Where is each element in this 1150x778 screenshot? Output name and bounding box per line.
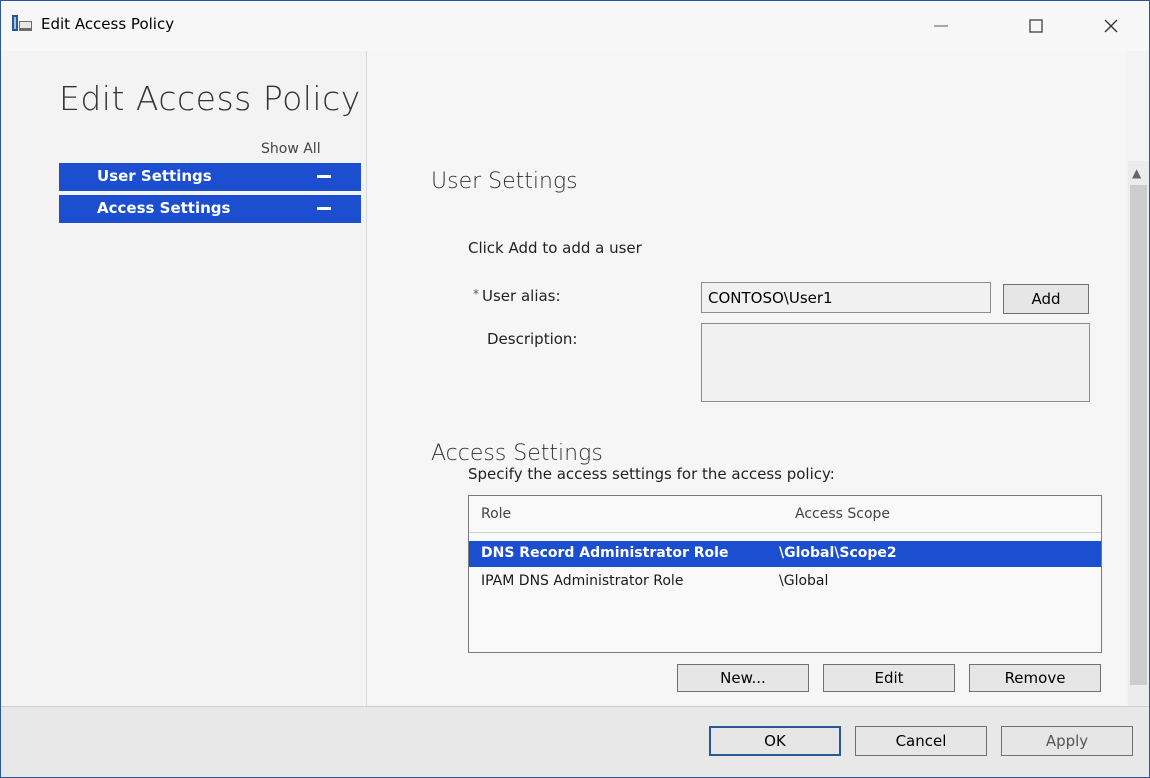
access-settings-instruction: Specify the access settings for the acce… [468, 465, 835, 483]
title-bar[interactable]: Edit Access Policy [1, 1, 1149, 51]
collapse-icon[interactable] [317, 175, 331, 178]
nav-item-user-settings[interactable]: User Settings [59, 163, 361, 191]
window-title: Edit Access Policy [41, 15, 175, 33]
scope-cell: \Global\Scope2 [779, 545, 897, 561]
edit-button-label: Edit [874, 669, 904, 687]
column-header-role[interactable]: Role [481, 506, 511, 522]
maximize-button[interactable] [1006, 9, 1066, 43]
apply-button-label: Apply [1045, 732, 1089, 750]
table-row[interactable]: IPAM DNS Administrator Role \Global [469, 569, 1101, 595]
column-header-access-scope[interactable]: Access Scope [795, 506, 890, 522]
table-row[interactable]: DNS Record Administrator Role \Global\Sc… [469, 541, 1101, 567]
ok-button-label: OK [764, 732, 786, 750]
nav-item-access-settings[interactable]: Access Settings [59, 195, 361, 223]
show-all-link[interactable]: Show All [261, 141, 321, 157]
new-button-label: New... [720, 669, 766, 687]
add-user-instruction: Click Add to add a user [468, 239, 642, 257]
maximize-icon [1029, 19, 1043, 33]
close-button[interactable] [1081, 9, 1141, 43]
remove-button[interactable]: Remove [969, 664, 1101, 692]
page-title: Edit Access Policy [59, 79, 361, 118]
user-settings-heading: User Settings [431, 169, 578, 194]
add-user-button[interactable]: Add [1003, 284, 1089, 314]
required-mark: * [473, 287, 479, 301]
user-alias-field[interactable] [701, 282, 991, 313]
ok-button[interactable]: OK [709, 726, 841, 756]
table-header: Role Access Scope [469, 496, 1101, 533]
nav-item-label: Access Settings [97, 199, 231, 217]
edit-access-policy-window: Edit Access Policy Edit Access Policy Sh… [0, 0, 1150, 778]
scope-cell: \Global [779, 573, 829, 589]
access-settings-table: Role Access Scope DNS Record Administrat… [468, 495, 1102, 653]
minimize-button[interactable] [911, 9, 971, 43]
role-cell: IPAM DNS Administrator Role [481, 573, 684, 589]
cancel-button[interactable]: Cancel [855, 726, 987, 756]
close-icon [1104, 19, 1118, 33]
new-button[interactable]: New... [677, 664, 809, 692]
minimize-icon [934, 25, 948, 27]
access-settings-heading: Access Settings [431, 441, 603, 466]
vertical-scrollbar[interactable]: ▲ [1128, 161, 1149, 706]
collapse-icon[interactable] [317, 207, 331, 210]
description-field[interactable] [701, 323, 1090, 402]
chevron-up-icon[interactable]: ▲ [1132, 166, 1141, 180]
edit-button[interactable]: Edit [823, 664, 955, 692]
user-alias-label: User alias: [482, 287, 561, 305]
policy-app-icon [11, 13, 33, 33]
scrollbar-thumb[interactable] [1130, 185, 1147, 685]
role-cell: DNS Record Administrator Role [481, 545, 729, 561]
cancel-button-label: Cancel [895, 732, 947, 750]
remove-button-label: Remove [1004, 669, 1066, 687]
add-user-button-label: Add [1031, 290, 1061, 308]
nav-item-label: User Settings [97, 167, 212, 185]
apply-button[interactable]: Apply [1001, 726, 1133, 756]
description-label: Description: [487, 330, 578, 348]
